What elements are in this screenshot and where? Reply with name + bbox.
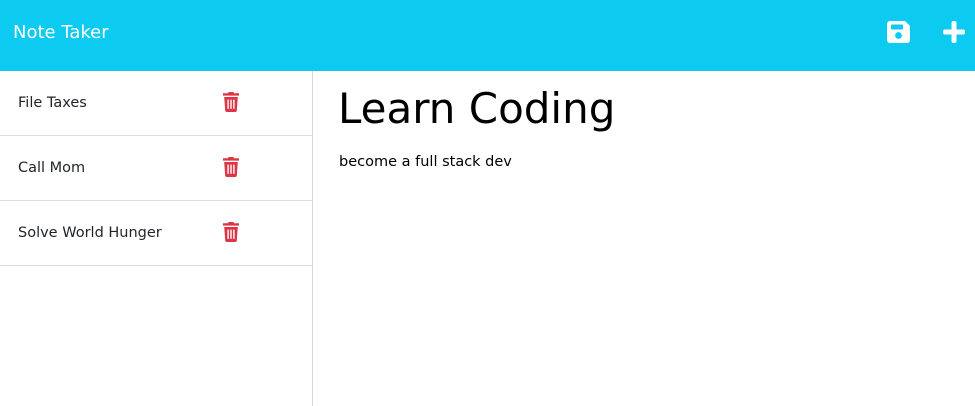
plus-icon [943,21,965,43]
note-text-input[interactable]: become a full stack dev [339,152,939,372]
note-item-title[interactable]: File Taxes [18,94,87,112]
trash-icon [223,157,239,177]
trash-icon [223,92,239,112]
note-list-item[interactable]: Solve World Hunger [0,201,312,266]
note-title-input[interactable] [338,85,938,133]
delete-note-button[interactable] [222,157,240,177]
delete-note-button[interactable] [222,92,240,112]
notes-sidebar: File Taxes Call Mom Solve World Hunger [0,71,313,406]
trash-icon [223,222,239,242]
save-note-button[interactable] [886,19,912,45]
note-item-title[interactable]: Solve World Hunger [18,224,162,242]
note-item-title[interactable]: Call Mom [18,159,85,177]
app-title[interactable]: Note Taker [13,21,109,45]
new-note-button[interactable] [941,19,967,45]
note-list: File Taxes Call Mom Solve World Hunger [0,71,312,266]
floppy-disk-icon [887,21,910,43]
note-editor: become a full stack dev [314,71,975,406]
navbar: Note Taker [0,0,975,71]
note-list-item[interactable]: Call Mom [0,136,312,201]
note-list-item[interactable]: File Taxes [0,71,312,136]
delete-note-button[interactable] [222,222,240,242]
